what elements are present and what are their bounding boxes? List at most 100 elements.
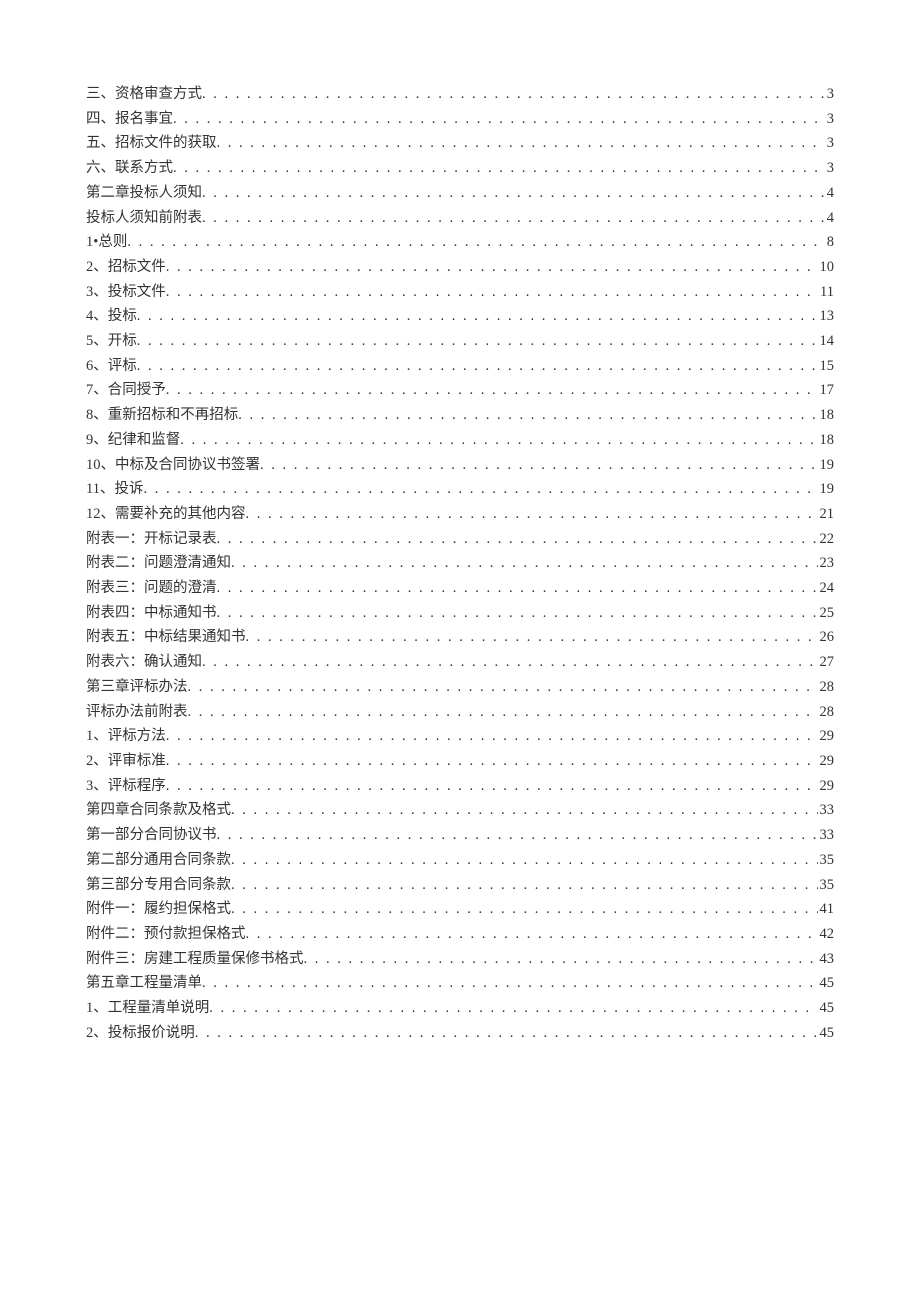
toc-label: 附件三：房建工程质量保修书格式: [86, 947, 304, 972]
toc-page-number: 19: [818, 453, 835, 478]
toc-entry: 第二章投标人须知 4: [86, 181, 834, 206]
toc-page-number: 23: [818, 551, 835, 576]
toc-label: 2、评审标准: [86, 749, 166, 774]
toc-page-number: 45: [818, 1021, 835, 1046]
toc-page-number: 27: [818, 650, 835, 675]
toc-entry: 评标办法前附表28: [86, 700, 834, 725]
toc-label: 第二部分通用合同条款: [86, 848, 231, 873]
toc-entry: 附表五：中标结果通知书 26: [86, 625, 834, 650]
toc-leader-dots: [188, 700, 818, 725]
toc-entry: 1、工程量清单说明 45: [86, 996, 834, 1021]
toc-page-number: 35: [818, 873, 835, 898]
toc-label: 1、工程量清单说明: [86, 996, 209, 1021]
toc-label: 投标人须知前附表: [86, 206, 202, 231]
toc-leader-dots: [173, 107, 825, 132]
toc-page-number: 21: [818, 502, 835, 527]
toc-entry: 附表一：开标记录表22: [86, 527, 834, 552]
toc-page-number: 45: [818, 971, 835, 996]
toc-leader-dots: [188, 675, 818, 700]
toc-entry: 第五章工程量清单 45: [86, 971, 834, 996]
toc-entry: 6、评标15: [86, 354, 834, 379]
toc-leader-dots: [231, 897, 818, 922]
table-of-contents: 三、资格审查方式3四、报名事宜3五、招标文件的获取3六、联系方式3第二章投标人须…: [86, 82, 834, 1045]
toc-leader-dots: [217, 527, 818, 552]
toc-page-number: 15: [818, 354, 835, 379]
toc-page-number: 29: [818, 749, 835, 774]
toc-label: 第五章工程量清单: [86, 971, 202, 996]
toc-entry: 8、重新招标和不再招标18: [86, 403, 834, 428]
toc-entry: 附表四：中标通知书 25: [86, 601, 834, 626]
toc-leader-dots: [202, 206, 825, 231]
toc-entry: 五、招标文件的获取3: [86, 131, 834, 156]
toc-leader-dots: [217, 576, 818, 601]
toc-page-number: 42: [818, 922, 835, 947]
toc-leader-dots: [202, 650, 818, 675]
toc-page-number: 19: [818, 477, 835, 502]
toc-page-number: 45: [818, 996, 835, 1021]
toc-leader-dots: [231, 873, 818, 898]
toc-entry: 4、投标13: [86, 304, 834, 329]
toc-leader-dots: [304, 947, 818, 972]
toc-label: 附件一：履约担保格式: [86, 897, 231, 922]
toc-page-number: 17: [818, 378, 835, 403]
toc-page-number: 26: [818, 625, 835, 650]
toc-leader-dots: [166, 280, 818, 305]
toc-entry: 第二部分通用合同条款 35: [86, 848, 834, 873]
toc-label: 六、联系方式: [86, 156, 173, 181]
toc-label: 四、报名事宜: [86, 107, 173, 132]
toc-label: 附表五：中标结果通知书: [86, 625, 246, 650]
toc-page-number: 18: [818, 403, 835, 428]
toc-leader-dots: [166, 724, 818, 749]
toc-leader-dots: [166, 255, 818, 280]
toc-leader-dots: [238, 403, 817, 428]
toc-page-number: 24: [818, 576, 835, 601]
toc-label: 第二章投标人须知: [86, 181, 202, 206]
toc-entry: 投标人须知前附表4: [86, 206, 834, 231]
toc-label: 第四章合同条款及格式: [86, 798, 231, 823]
toc-leader-dots: [166, 774, 818, 799]
toc-leader-dots: [217, 131, 825, 156]
toc-label: 第三章评标办法: [86, 675, 188, 700]
toc-leader-dots: [202, 181, 825, 206]
toc-label: 第一部分合同协议书: [86, 823, 217, 848]
toc-label: 附表四：中标通知书: [86, 601, 217, 626]
toc-label: 12、需要补充的其他内容: [86, 502, 246, 527]
toc-entry: 10、中标及合同协议书签署19: [86, 453, 834, 478]
toc-entry: 3、投标文件11: [86, 280, 834, 305]
toc-label: 3、评标程序: [86, 774, 166, 799]
toc-page-number: 3: [825, 156, 834, 181]
toc-label: 附表三：问题的澄清: [86, 576, 217, 601]
toc-page-number: 10: [818, 255, 835, 280]
toc-entry: 附件二：预付款担保格式 42: [86, 922, 834, 947]
toc-leader-dots: [137, 354, 818, 379]
toc-label: 1、评标方法: [86, 724, 166, 749]
toc-page-number: 33: [818, 798, 835, 823]
toc-label: 11、投诉: [86, 477, 143, 502]
toc-page-number: 35: [818, 848, 835, 873]
toc-entry: 7、合同授予 17: [86, 378, 834, 403]
toc-leader-dots: [246, 625, 818, 650]
toc-leader-dots: [166, 378, 818, 403]
toc-leader-dots: [127, 230, 824, 255]
toc-entry: 附件一：履约担保格式41: [86, 897, 834, 922]
toc-entry: 第三部分专用合同条款35: [86, 873, 834, 898]
toc-entry: 六、联系方式 3: [86, 156, 834, 181]
toc-entry: 9、纪律和监督18: [86, 428, 834, 453]
toc-entry: 1•总则8: [86, 230, 834, 255]
toc-leader-dots: [246, 922, 818, 947]
toc-entry: 附件三：房建工程质量保修书格式43: [86, 947, 834, 972]
toc-label: 2、投标报价说明: [86, 1021, 195, 1046]
toc-entry: 第一部分合同协议书 33: [86, 823, 834, 848]
toc-page-number: 29: [818, 724, 835, 749]
toc-leader-dots: [173, 156, 825, 181]
toc-entry: 附表二：问题澄清通知23: [86, 551, 834, 576]
toc-leader-dots: [209, 996, 817, 1021]
toc-page-number: 4: [825, 181, 834, 206]
toc-label: 7、合同授予: [86, 378, 166, 403]
toc-page-number: 22: [818, 527, 835, 552]
toc-page-number: 25: [818, 601, 835, 626]
toc-entry: 11、投诉 19: [86, 477, 834, 502]
toc-leader-dots: [180, 428, 817, 453]
toc-page-number: 33: [818, 823, 835, 848]
toc-label: 附件二：预付款担保格式: [86, 922, 246, 947]
